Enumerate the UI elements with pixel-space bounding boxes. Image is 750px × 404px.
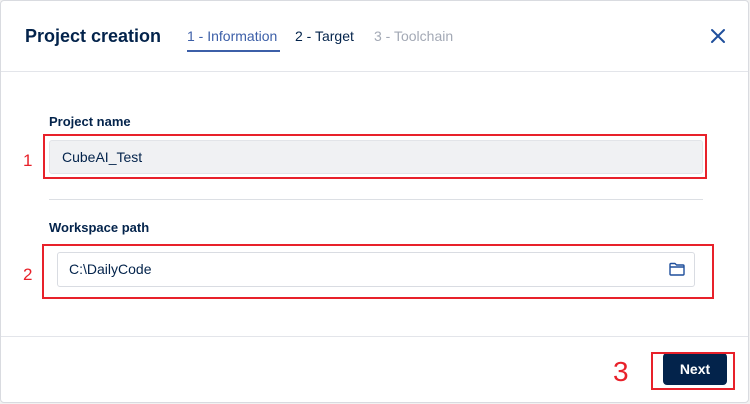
active-tab-indicator — [187, 50, 280, 52]
project-creation-dialog: Project creation 1 - Information 2 - Tar… — [0, 0, 749, 403]
tab-information[interactable]: 1 - Information — [187, 28, 277, 44]
dialog-title: Project creation — [25, 26, 162, 46]
annotation-number-3: 3 — [613, 356, 629, 387]
annotation-number-1: 1 — [23, 151, 33, 170]
close-icon[interactable] — [709, 27, 727, 45]
annotation-box-2 — [42, 244, 714, 299]
footer-divider — [1, 336, 748, 337]
annotation-box-3 — [651, 352, 735, 390]
section-divider — [49, 199, 703, 200]
annotation-box-1 — [43, 134, 707, 179]
annotation-number-2: 2 — [23, 265, 33, 284]
tab-target[interactable]: 2 - Target — [295, 28, 354, 44]
tab-toolchain: 3 - Toolchain — [374, 28, 454, 44]
dialog-header: Project creation 1 - Information 2 - Tar… — [1, 1, 748, 72]
project-name-label: Project name — [49, 114, 131, 129]
workspace-path-label: Workspace path — [49, 220, 150, 235]
